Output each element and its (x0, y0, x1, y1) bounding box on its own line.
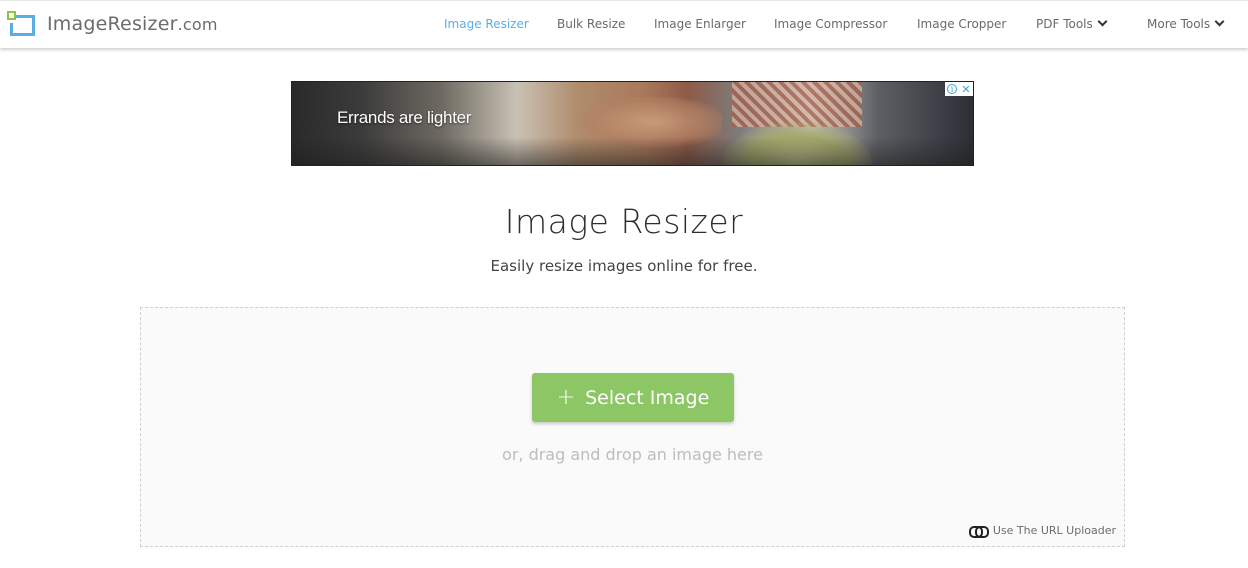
nav-image-enlarger[interactable]: Image Enlarger (654, 17, 746, 31)
main-nav: Image Resizer Bulk Resize Image Enlarger… (0, 1, 1248, 47)
nav-image-compressor[interactable]: Image Compressor (774, 17, 887, 31)
top-navbar: ImageResizer.com Image Resizer Bulk Resi… (0, 0, 1248, 48)
ad-banner[interactable]: Errands are lighter i ✕ (291, 81, 974, 166)
url-uploader-label: Use The URL Uploader (992, 524, 1116, 537)
drag-drop-hint: or, drag and drop an image here (502, 445, 763, 464)
nav-image-cropper[interactable]: Image Cropper (917, 17, 1006, 31)
select-image-label: Select Image (585, 386, 710, 409)
close-icon[interactable]: ✕ (959, 82, 973, 96)
url-uploader-link[interactable]: Use The URL Uploader (968, 524, 1116, 538)
image-dropzone[interactable]: + Select Image or, drag and drop an imag… (140, 307, 1125, 547)
link-icon (968, 525, 989, 538)
ad-image-shirt (732, 82, 862, 127)
nav-image-resizer[interactable]: Image Resizer (444, 17, 529, 31)
plus-icon: + (556, 385, 576, 410)
nav-pdf-tools-label: PDF Tools (1036, 17, 1093, 31)
nav-more-tools[interactable]: More Tools (1147, 16, 1225, 31)
chevron-down-icon (1214, 16, 1225, 27)
ad-controls: i ✕ (945, 82, 973, 96)
page-title: Image Resizer (504, 202, 744, 241)
nav-more-tools-label: More Tools (1147, 17, 1211, 31)
ad-text: Errands are lighter (337, 108, 472, 127)
info-icon[interactable]: i (947, 84, 957, 94)
chevron-down-icon (1097, 16, 1108, 27)
page-subtitle: Easily resize images online for free. (490, 257, 758, 275)
select-image-button[interactable]: + Select Image (532, 373, 734, 422)
nav-pdf-tools[interactable]: PDF Tools (1036, 16, 1108, 31)
nav-bulk-resize[interactable]: Bulk Resize (557, 17, 625, 31)
